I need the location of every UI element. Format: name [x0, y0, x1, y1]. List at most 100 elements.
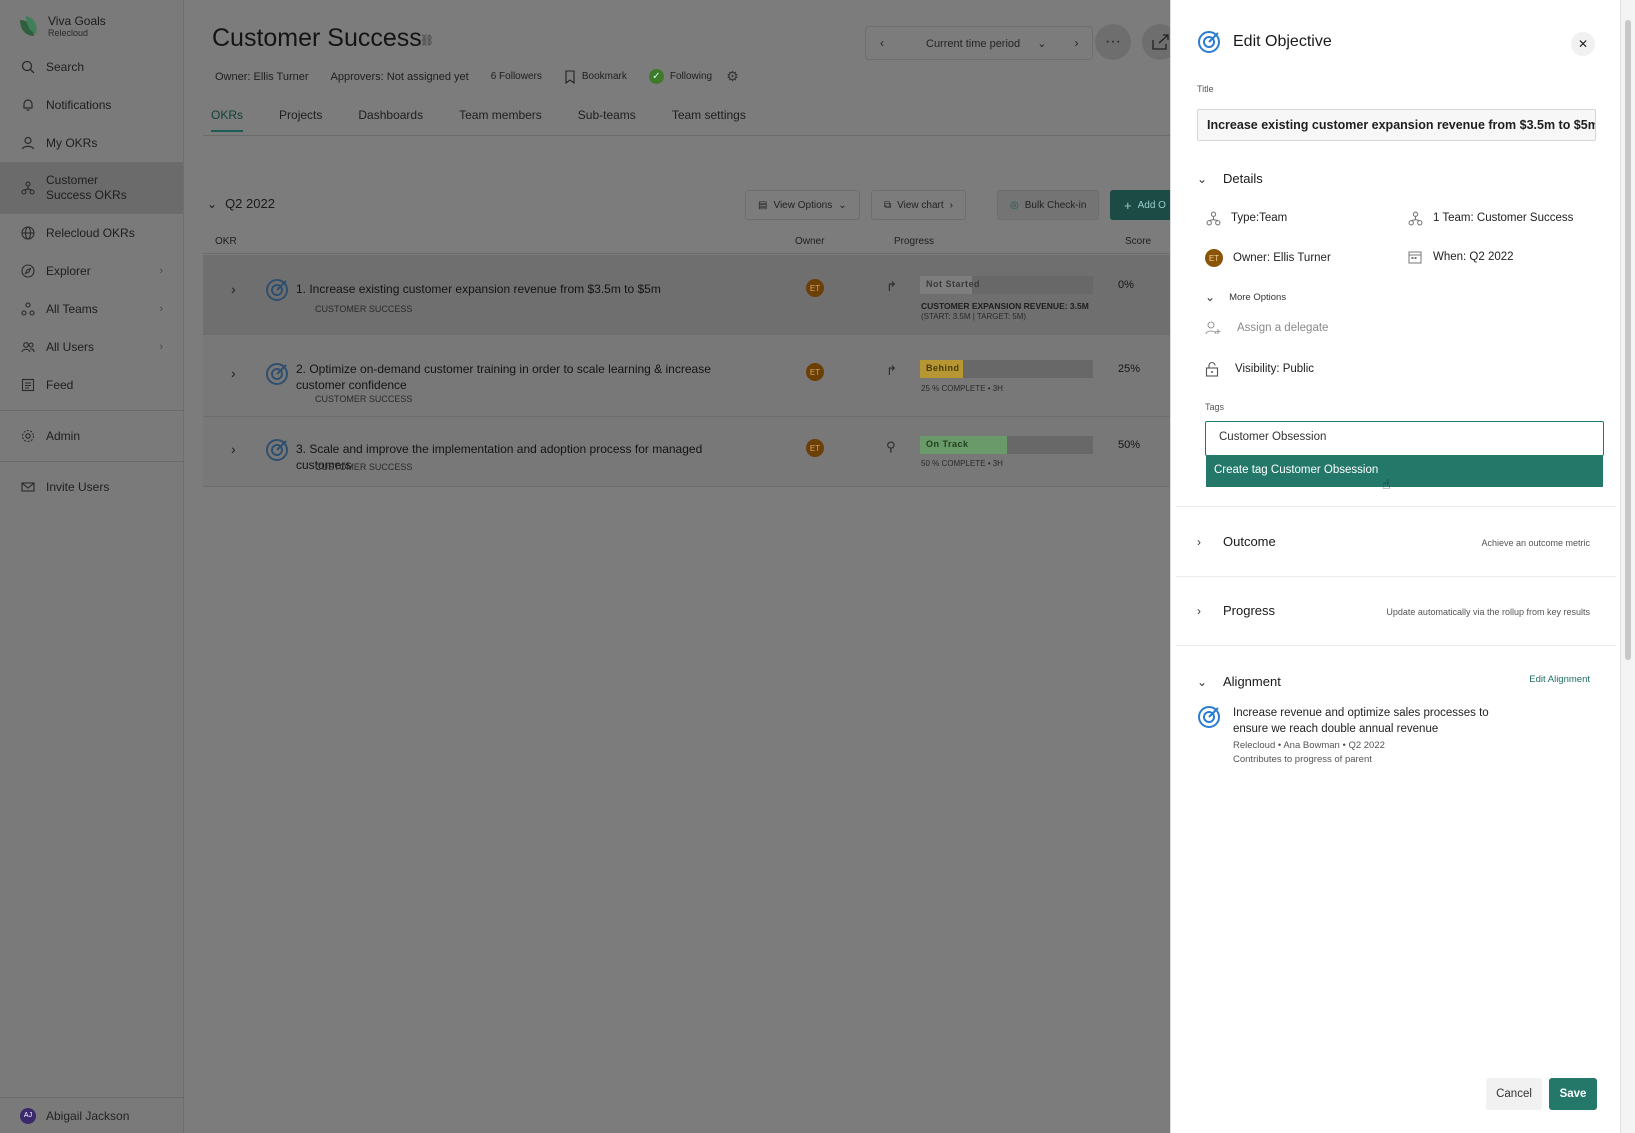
brand[interactable]: Viva Goals Relecloud [0, 0, 183, 48]
check-icon: ✓ [648, 69, 664, 84]
section-divider [1176, 645, 1616, 646]
team-field[interactable]: 1 Team: Customer Success [1407, 210, 1573, 226]
alignment-section-header[interactable]: ⌄ Alignment [1197, 674, 1281, 689]
tab-okrs[interactable]: OKRs [211, 108, 244, 132]
next-period-button[interactable]: › [1060, 36, 1092, 50]
hand-cursor-icon: ☝ [1382, 476, 1391, 492]
chevron-right-icon[interactable]: › [231, 281, 236, 297]
nav-customer-success-okrs[interactable]: Customer Success OKRs [0, 162, 183, 214]
viva-goals-logo [20, 16, 37, 36]
aligned-objective-title: Increase revenue and optimize sales proc… [1233, 707, 1489, 735]
progress-bar[interactable]: Not Started [920, 276, 1093, 294]
col-owner: Owner [795, 236, 825, 247]
nav-my-okrs[interactable]: My OKRs [0, 124, 183, 162]
prev-period-button[interactable]: ‹ [866, 36, 898, 50]
details-section-header[interactable]: ⌄ Details [1197, 171, 1263, 186]
nav-all-teams[interactable]: All Teams › [0, 290, 183, 328]
tab-team-members[interactable]: Team members [459, 108, 542, 132]
panel-title: Edit Objective [1233, 33, 1332, 50]
owner-avatar[interactable]: ET [806, 279, 824, 297]
approvers-text[interactable]: Approvers: Not assigned yet [331, 71, 469, 83]
table-row[interactable]: › 3. Scale and improve the implementatio… [203, 417, 1190, 487]
metric-text: CUSTOMER EXPANSION REVENUE: 3.5M [921, 301, 1089, 311]
org-name: Relecloud [48, 28, 89, 38]
followers-text[interactable]: 6 Followers [491, 71, 542, 82]
user-profile[interactable]: AJ Abigail Jackson [0, 1097, 184, 1133]
alignment-heading: Alignment [1223, 674, 1281, 689]
table-row[interactable]: › 2. Optimize on-demand customer trainin… [203, 335, 1190, 417]
nav-relecloud-okrs[interactable]: Relecloud OKRs [0, 214, 183, 252]
nav-invite-users[interactable]: Invite Users [0, 468, 183, 506]
rollup-arrow-icon: ↱ [886, 279, 897, 294]
chevron-right-icon[interactable]: › [231, 441, 236, 457]
bulk-checkin-button[interactable]: ◎ Bulk Check-in [997, 190, 1100, 220]
nav-search[interactable]: Search [0, 48, 183, 86]
settings-gear-icon[interactable]: ⚙ [726, 68, 739, 85]
scrollbar-thumb[interactable] [1625, 20, 1631, 660]
nav-feed[interactable]: Feed [0, 366, 183, 404]
chevron-right-icon: › [159, 341, 163, 353]
section-divider [1176, 576, 1616, 577]
nav-notifications[interactable]: Notifications [0, 86, 183, 124]
nav-label: Notifications [46, 98, 112, 112]
more-options-toggle[interactable]: ⌄ More Options [1205, 290, 1286, 304]
visibility-field[interactable]: Visibility: Public [1205, 361, 1314, 377]
type-field[interactable]: Type:Team [1205, 210, 1287, 226]
close-button[interactable]: ✕ [1571, 32, 1595, 56]
tab-dashboards[interactable]: Dashboards [358, 108, 423, 132]
page-meta: Owner: Ellis Turner Approvers: Not assig… [215, 68, 739, 85]
objective-target-icon [1198, 31, 1220, 53]
nav-explorer[interactable]: Explorer › [0, 252, 183, 290]
cancel-button[interactable]: Cancel [1486, 1078, 1542, 1110]
progress-section-header[interactable]: › Progress [1197, 603, 1275, 618]
metric-text: 25 % COMPLETE • 3H [921, 384, 1003, 393]
progress-heading: Progress [1223, 603, 1276, 618]
title-input[interactable]: Increase existing customer expansion rev… [1197, 109, 1596, 141]
progress-bar[interactable]: On Track [920, 436, 1093, 454]
nav-admin[interactable]: Admin [0, 417, 183, 455]
nav-all-users[interactable]: All Users › [0, 328, 183, 366]
when-field[interactable]: When: Q2 2022 [1407, 249, 1514, 265]
progress-percent: 50% [1118, 439, 1141, 451]
chevron-down-icon: ⌄ [207, 196, 218, 211]
view-chart-button[interactable]: ⧉ View chart › [871, 190, 966, 220]
link-icon[interactable]: ⛓ [420, 34, 434, 47]
aligned-objective[interactable]: Increase revenue and optimize sales proc… [1197, 705, 1493, 765]
table-row[interactable]: › 1. Increase existing customer expansio… [203, 255, 1190, 335]
save-button[interactable]: Save [1549, 1078, 1597, 1110]
owner-avatar[interactable]: ET [806, 439, 824, 457]
chevron-right-icon[interactable]: › [231, 365, 236, 381]
edit-alignment-link[interactable]: Edit Alignment [1529, 674, 1590, 685]
tab-sub-teams[interactable]: Sub-teams [578, 108, 636, 132]
tab-team-settings[interactable]: Team settings [672, 108, 746, 132]
org-chart-icon: ⧉ [884, 199, 892, 211]
quarter-header[interactable]: ⌄ Q2 2022 [207, 196, 275, 211]
tags-input[interactable]: Customer Obsession [1205, 421, 1604, 456]
outcome-section-header[interactable]: › Outcome [1197, 534, 1276, 549]
col-okr: OKR [215, 236, 237, 247]
more-options-button[interactable]: ··· [1095, 24, 1131, 60]
objective-target-icon [266, 279, 288, 301]
visibility-value: Visibility: Public [1235, 363, 1315, 375]
chevron-right-icon: › [949, 199, 953, 211]
plus-icon: + [1124, 197, 1132, 213]
objective-target-icon [266, 363, 288, 385]
following-button[interactable]: ✓ Following [648, 69, 712, 84]
scrollbar[interactable] [1620, 0, 1635, 1133]
create-tag-option[interactable]: Create tag Customer Obsession ☝ [1206, 456, 1603, 492]
chevron-down-icon: ⌄ [838, 199, 847, 211]
okr-title[interactable]: 1. Increase existing customer expansion … [296, 281, 756, 297]
owner-value: Owner: Ellis Turner [1233, 252, 1331, 264]
view-options-button[interactable]: ▤ View Options ⌄ [745, 190, 860, 220]
view-options-label: View Options [773, 199, 833, 211]
assign-delegate-field[interactable]: Assign a delegate [1205, 320, 1328, 336]
avatar: AJ [20, 1107, 36, 1124]
time-period-dropdown[interactable]: Current time period ⌄ [898, 37, 1060, 50]
bookmark-button[interactable]: Bookmark [564, 69, 627, 84]
tab-projects[interactable]: Projects [279, 108, 322, 132]
owner-text[interactable]: Owner: Ellis Turner [215, 71, 309, 83]
okr-title[interactable]: 2. Optimize on-demand customer training … [296, 361, 756, 393]
progress-bar[interactable]: Behind [920, 360, 1093, 378]
owner-avatar[interactable]: ET [806, 363, 824, 381]
owner-field[interactable]: ET Owner: Ellis Turner [1205, 249, 1331, 267]
